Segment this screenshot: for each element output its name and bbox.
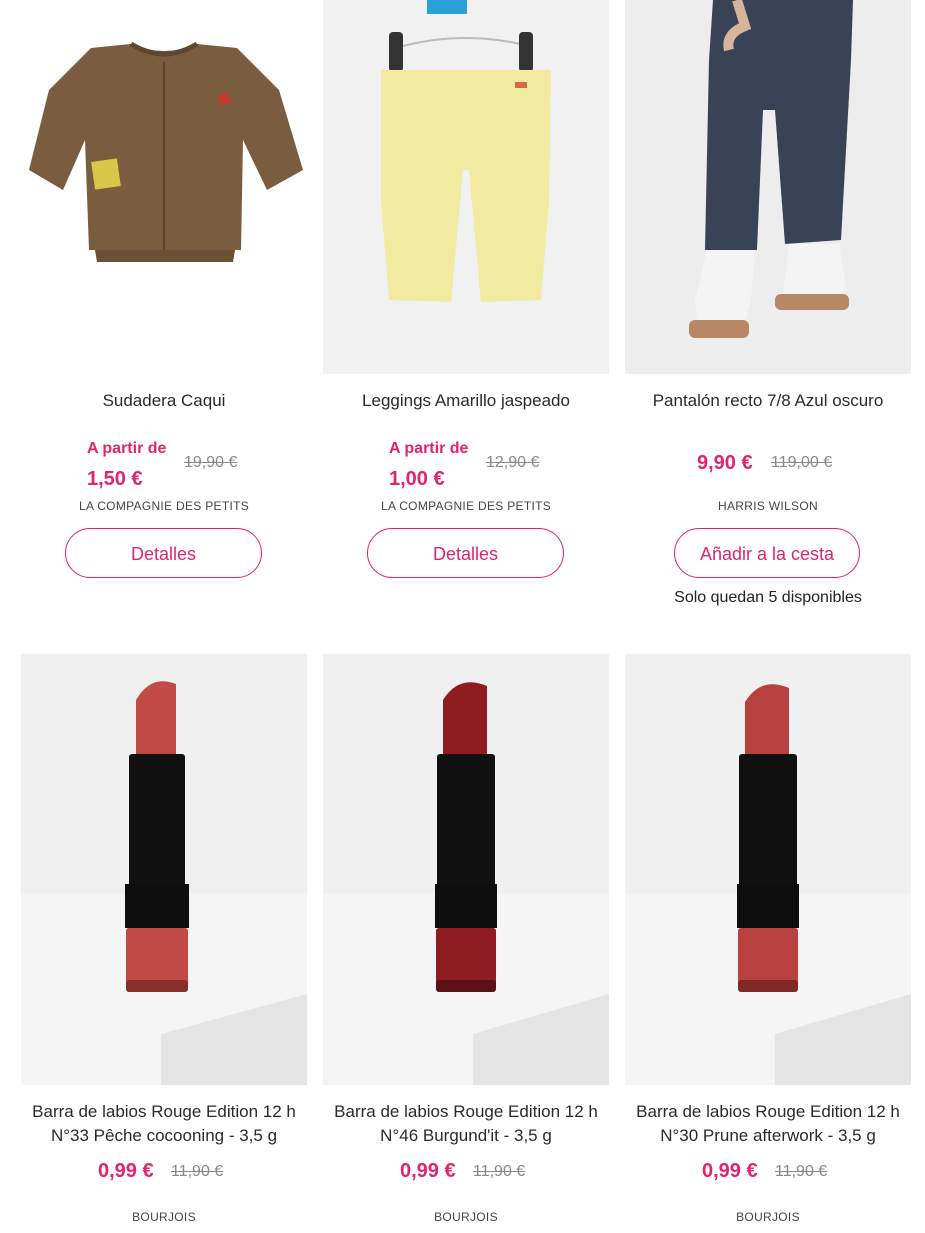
product-name-line2: N°46 Burgund'it - 3,5 g [380, 1126, 552, 1145]
product-name-line2: N°33 Pêche cocooning - 3,5 g [50, 1126, 278, 1145]
khaki-sweatshirt-image[interactable] [21, 0, 307, 374]
product-name[interactable]: Leggings Amarillo jaspeado [323, 389, 609, 413]
brand-label[interactable]: HARRIS WILSON [625, 499, 911, 513]
product-name-line2: N°30 Prune afterwork - 3,5 g [660, 1126, 876, 1145]
lipstick-image[interactable] [625, 654, 911, 1085]
current-price: 9,90 € [697, 452, 753, 474]
old-price: 12,90 € [486, 454, 540, 471]
from-label: A partir de [389, 440, 469, 457]
current-price: 1,50 € [87, 468, 143, 490]
navy-trousers-image[interactable] [625, 0, 911, 374]
add-to-cart-button[interactable]: Añadir a la cesta [674, 528, 860, 578]
brand-label[interactable]: BOURJOIS [21, 1210, 307, 1224]
old-price: 11,90 € [171, 1163, 224, 1180]
product-name[interactable]: Barra de labios Rouge Edition 12 h N°46 … [323, 1100, 609, 1148]
lipstick-image[interactable] [323, 654, 609, 1085]
brand-label[interactable]: LA COMPAGNIE DES PETITS [21, 499, 307, 513]
old-price: 119,00 € [771, 454, 833, 471]
details-button[interactable]: Detalles [367, 528, 564, 578]
lipstick-image[interactable] [21, 654, 307, 1085]
from-label: A partir de [87, 440, 167, 457]
details-button[interactable]: Detalles [65, 528, 262, 578]
brand-label[interactable]: BOURJOIS [625, 1210, 911, 1224]
yellow-leggings-image[interactable] [323, 0, 609, 374]
product-name[interactable]: Sudadera Caqui [21, 389, 307, 413]
brand-label[interactable]: BOURJOIS [323, 1210, 609, 1224]
old-price: 11,90 € [775, 1163, 828, 1180]
product-name[interactable]: Pantalón recto 7/8 Azul oscuro [625, 389, 911, 413]
product-name-line1: Barra de labios Rouge Edition 12 h [32, 1102, 296, 1121]
product-name-line1: Barra de labios Rouge Edition 12 h [334, 1102, 598, 1121]
stock-note: Solo quedan 5 disponibles [674, 589, 862, 606]
old-price: 19,90 € [184, 454, 238, 471]
current-price: 1,00 € [389, 468, 445, 490]
product-name-line1: Barra de labios Rouge Edition 12 h [636, 1102, 900, 1121]
current-price: 0,99 € [400, 1160, 456, 1182]
product-name[interactable]: Barra de labios Rouge Edition 12 h N°33 … [21, 1100, 307, 1148]
old-price: 11,90 € [473, 1163, 526, 1180]
brand-label[interactable]: LA COMPAGNIE DES PETITS [323, 499, 609, 513]
current-price: 0,99 € [98, 1160, 154, 1182]
product-name[interactable]: Barra de labios Rouge Edition 12 h N°30 … [625, 1100, 911, 1148]
current-price: 0,99 € [702, 1160, 758, 1182]
